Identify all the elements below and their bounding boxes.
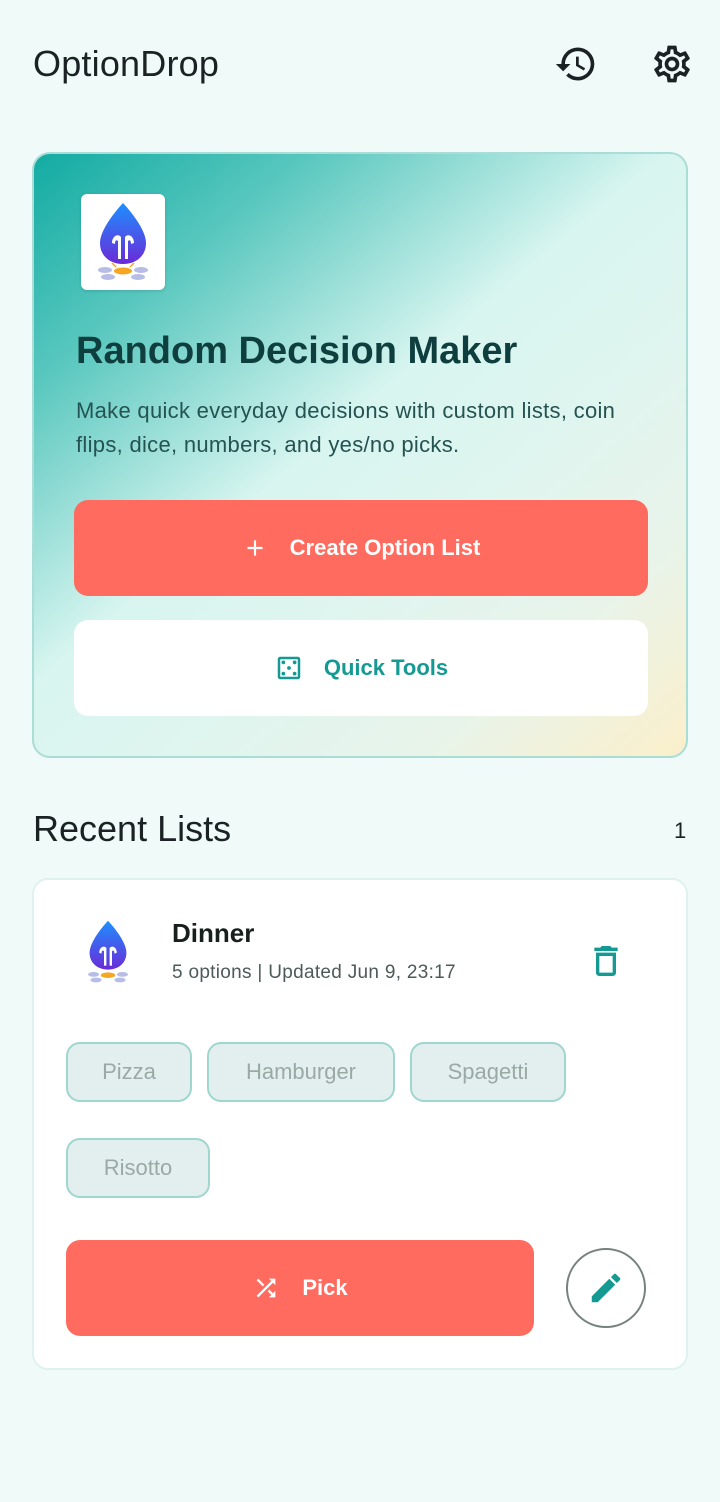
home-screen: OptionDrop Random Decision Maker Make qu… bbox=[0, 0, 720, 1502]
create-option-list-button[interactable]: Create Option List bbox=[74, 500, 648, 596]
trash-icon bbox=[594, 946, 618, 976]
option-chip: Risotto bbox=[66, 1138, 210, 1198]
option-chip: Pizza bbox=[66, 1042, 192, 1102]
droplet-logo-icon bbox=[98, 203, 148, 280]
pencil-icon bbox=[591, 1273, 621, 1303]
hero-card: Random Decision Maker Make quick everyda… bbox=[32, 152, 688, 758]
recent-lists-count: 1 bbox=[674, 818, 687, 843]
pick-button[interactable]: Pick bbox=[66, 1240, 534, 1336]
option-chip: Spagetti bbox=[410, 1042, 566, 1102]
history-button[interactable] bbox=[552, 40, 600, 88]
top-app-bar: OptionDrop bbox=[0, 0, 720, 128]
settings-button[interactable] bbox=[648, 40, 696, 88]
history-icon bbox=[555, 47, 595, 81]
shuffle-icon bbox=[257, 1278, 276, 1298]
app-logo bbox=[81, 194, 165, 290]
list-meta: 5 options | Updated Jun 9, 23:17 bbox=[172, 962, 456, 983]
edit-list-button[interactable] bbox=[566, 1248, 646, 1328]
dice-icon bbox=[277, 656, 301, 680]
quick-tools-button[interactable]: Quick Tools bbox=[74, 620, 648, 716]
pick-label: Pick bbox=[302, 1275, 348, 1300]
option-chip: Hamburger bbox=[207, 1042, 395, 1102]
list-logo bbox=[76, 916, 140, 988]
hero-title: Random Decision Maker bbox=[76, 330, 518, 372]
quick-tools-label: Quick Tools bbox=[323, 655, 449, 680]
gear-icon bbox=[654, 45, 690, 83]
plus-icon bbox=[247, 540, 263, 556]
create-option-list-label: Create Option List bbox=[289, 535, 481, 560]
app-title: OptionDrop bbox=[33, 43, 220, 84]
droplet-logo-icon bbox=[88, 920, 128, 983]
list-card[interactable]: Dinner 5 options | Updated Jun 9, 23:17 … bbox=[32, 878, 688, 1370]
recent-lists-title: Recent Lists bbox=[33, 808, 232, 849]
delete-list-button[interactable] bbox=[584, 936, 628, 986]
hero-description: Make quick everyday decisions with custo… bbox=[76, 398, 616, 457]
list-name: Dinner bbox=[172, 918, 255, 948]
